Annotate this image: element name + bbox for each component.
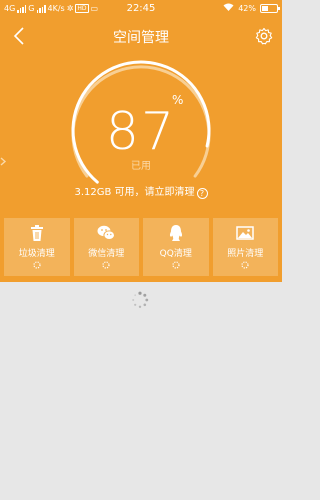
available-space-label: 3.12GB 可用，请立即清理 <box>74 187 195 198</box>
trash-icon <box>30 225 43 241</box>
gear-icon <box>255 27 273 45</box>
loading-spinner-icon <box>241 261 249 269</box>
loading-spinner-icon <box>172 261 180 269</box>
battery-percent: 42% <box>238 3 256 13</box>
wifi-icon <box>223 3 234 13</box>
qq-icon <box>169 225 182 241</box>
help-icon[interactable]: ? <box>196 188 208 199</box>
card-label-wechat: 微信清理 <box>88 249 125 259</box>
storage-gauge: 87 % 已用 <box>0 60 282 190</box>
status-bar: 4G G 4K/s ✲ HD ▭ 22:45 42% <box>0 0 282 18</box>
percent-sign: % <box>172 93 184 107</box>
card-wechat-clean[interactable]: 微信清理 <box>73 218 139 276</box>
usage-percent: 87 <box>0 102 282 162</box>
available-space-text: 3.12GB 可用，请立即清理? <box>0 183 282 199</box>
page-title: 空间管理 <box>113 30 169 46</box>
chevron-right-icon <box>0 157 7 166</box>
settings-button[interactable] <box>254 26 274 46</box>
app-header: 空间管理 <box>0 18 282 54</box>
clean-categories: 垃圾清理 微信清理 QQ清理 照片清理 <box>4 218 278 276</box>
card-junk-clean[interactable]: 垃圾清理 <box>4 218 70 276</box>
card-label-qq: QQ清理 <box>159 249 192 259</box>
card-label-photo: 照片清理 <box>227 249 264 259</box>
card-qq-clean[interactable]: QQ清理 <box>143 218 209 276</box>
battery-icon <box>260 3 280 13</box>
loading-spinner-icon <box>132 291 149 308</box>
card-label-junk: 垃圾清理 <box>18 249 55 259</box>
photo-icon <box>236 226 254 240</box>
loading-spinner-icon <box>102 261 110 269</box>
used-label: 已用 <box>131 161 151 172</box>
wechat-icon <box>97 225 116 240</box>
loading-spinner-icon <box>33 261 41 269</box>
used-link[interactable]: 已用 <box>0 157 282 172</box>
card-photo-clean[interactable]: 照片清理 <box>212 218 278 276</box>
battery-level <box>262 5 268 11</box>
usage-percent-value: 87 <box>105 102 177 162</box>
